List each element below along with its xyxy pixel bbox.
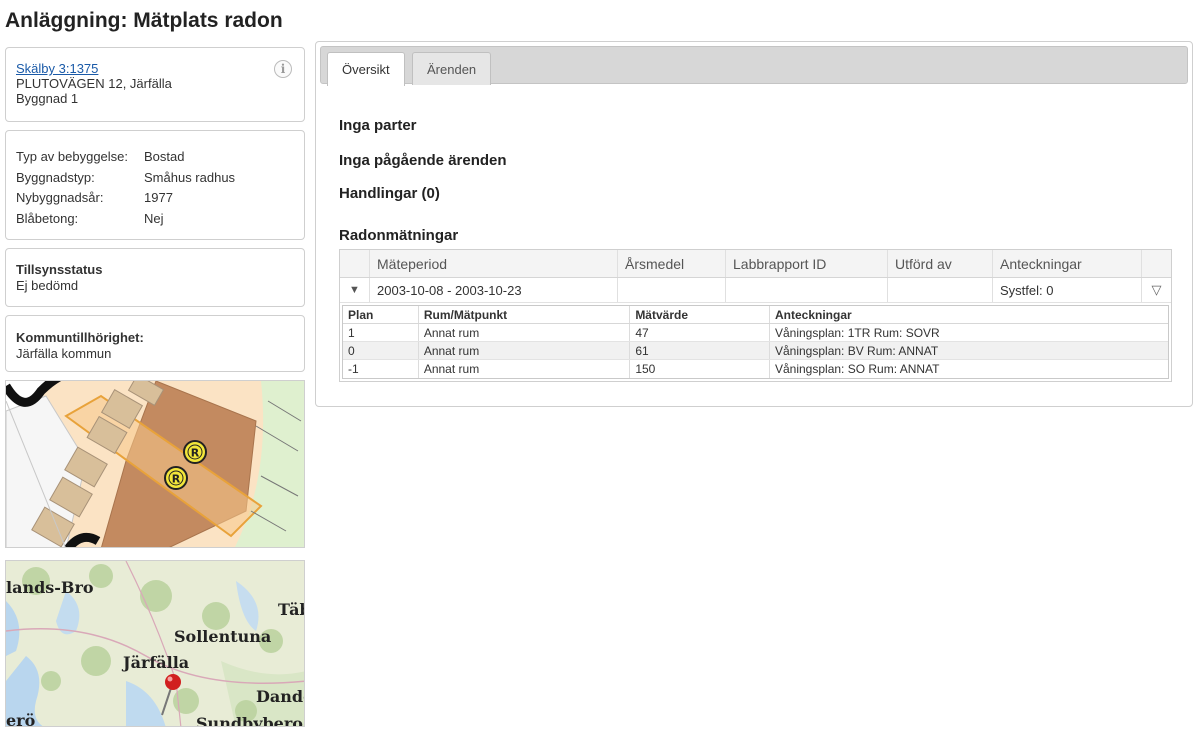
- prop-row: Nybyggnadsår: 1977: [16, 188, 294, 209]
- filter-icon[interactable]: ▽: [1152, 282, 1162, 298]
- properties-card: Typ av bebyggelse: Bostad Byggnadstyp: S…: [5, 130, 305, 240]
- street-address: PLUTOVÄGEN 12, Järfälla: [16, 76, 172, 91]
- cell-mateperiod: 2003-10-08 - 2003-10-23: [370, 278, 618, 302]
- place-label: lands-Bro: [6, 578, 94, 597]
- detail-anteckningar: Våningsplan: 1TR Rum: SOVR: [774, 325, 940, 340]
- expand-toggle[interactable]: ▼: [340, 278, 370, 302]
- collapse-arrow-icon[interactable]: ▼: [349, 284, 360, 296]
- column-header-utford-av[interactable]: Utförd av: [888, 250, 993, 277]
- tab-bar: Översikt Ärenden: [320, 46, 1188, 86]
- prop-value: Bostad: [144, 149, 185, 164]
- kommun-value: Järfälla kommun: [16, 346, 112, 361]
- prop-row: Typ av bebyggelse: Bostad: [16, 147, 294, 168]
- radon-grid: Mäteperiod Årsmedel Labbrapport ID Utför…: [339, 249, 1172, 382]
- detail-map-canvas: R R: [6, 381, 304, 547]
- detail-header-matvarde: Mätvärde: [630, 306, 770, 323]
- address-card: Skälby 3:1375 PLUTOVÄGEN 12, Järfälla By…: [5, 47, 305, 122]
- radon-marker-icon: R: [172, 473, 181, 486]
- prop-value: Småhus radhus: [144, 169, 236, 185]
- property-link[interactable]: Skälby 3:1375: [16, 61, 98, 76]
- detail-map[interactable]: R R: [5, 380, 305, 548]
- detail-matvarde: 47: [630, 324, 770, 341]
- grid-header: Mäteperiod Årsmedel Labbrapport ID Utför…: [340, 250, 1171, 278]
- cell-anteckningar: Systfel: 0: [993, 278, 1142, 302]
- detail-plan: 1: [343, 324, 419, 341]
- detail-rum: Annat rum: [419, 342, 631, 359]
- tab-oversikt[interactable]: Översikt: [327, 52, 405, 86]
- measurement-detail-table: Plan Rum/Mätpunkt Mätvärde Anteckningar …: [342, 305, 1169, 379]
- kommun-title: Kommuntillhörighet:: [16, 330, 144, 345]
- expand-column-header: [340, 250, 370, 277]
- place-label: Järfälla: [121, 653, 189, 672]
- cell-utford-av: [888, 278, 993, 302]
- parter-heading: Inga parter: [339, 117, 417, 134]
- column-header-labbrapport[interactable]: Labbrapport ID: [726, 250, 888, 277]
- handlingar-heading[interactable]: Handlingar (0): [339, 185, 440, 202]
- prop-row: Blåbetong: Nej: [16, 209, 294, 230]
- detail-rum: Annat rum: [419, 360, 631, 378]
- info-icon[interactable]: i: [274, 60, 292, 78]
- tab-arenden[interactable]: Ärenden: [412, 52, 492, 85]
- overview-map-canvas: lands-Bro Täb Sollentuna Järfälla Dande …: [6, 561, 305, 727]
- detail-section: Plan Rum/Mätpunkt Mätvärde Anteckningar …: [340, 303, 1171, 381]
- prop-value: 1977: [144, 190, 173, 205]
- main-panel: Översikt Ärenden Inga parter Inga pågåen…: [315, 41, 1193, 407]
- column-header-arsmedel[interactable]: Årsmedel: [618, 250, 726, 277]
- cell-labbrapport: [726, 278, 888, 302]
- place-label: Sollentuna: [174, 627, 271, 646]
- detail-row: 1 Annat rum 47 Våningsplan: 1TR Rum: SOV…: [343, 324, 1168, 342]
- detail-matvarde: 150: [630, 360, 770, 378]
- detail-header: Plan Rum/Mätpunkt Mätvärde Anteckningar: [343, 306, 1168, 324]
- place-label: Täb: [278, 600, 305, 619]
- status-card: Tillsynsstatus Ej bedömd: [5, 248, 305, 307]
- detail-anteckningar: Våningsplan: SO Rum: ANNAT: [774, 362, 940, 376]
- prop-label: Byggnadstyp:: [16, 169, 95, 185]
- detail-row: -1 Annat rum 150 Våningsplan: SO Rum: AN…: [343, 360, 1168, 378]
- detail-header-rum: Rum/Mätpunkt: [419, 306, 631, 323]
- status-title: Tillsynsstatus: [16, 262, 103, 277]
- detail-rum: Annat rum: [419, 324, 631, 341]
- status-value: Ej bedömd: [16, 278, 79, 293]
- place-label: Sundbybero: [196, 714, 303, 727]
- detail-matvarde: 61: [630, 342, 770, 359]
- radon-marker-icon: R: [191, 447, 200, 460]
- prop-row: Byggnadstyp: Småhus radhus: [16, 168, 294, 189]
- prop-label: Nybyggnadsår:: [16, 190, 104, 205]
- detail-row: 0 Annat rum 61 Våningsplan: BV Rum: ANNA…: [343, 342, 1168, 360]
- detail-plan: 0: [343, 342, 419, 359]
- detail-header-anteckningar: Anteckningar: [774, 307, 852, 322]
- page-title: Anläggning: Mätplats radon: [5, 9, 283, 32]
- table-row[interactable]: ▼ 2003-10-08 - 2003-10-23 Systfel: 0 ▽: [340, 278, 1171, 303]
- building-label: Byggnad 1: [16, 91, 79, 106]
- cell-arsmedel: [618, 278, 726, 302]
- column-header-anteckningar[interactable]: Anteckningar: [993, 250, 1142, 277]
- prop-label: Blåbetong:: [16, 210, 79, 226]
- arenden-heading: Inga pågående ärenden: [339, 152, 507, 169]
- radon-heading: Radonmätningar: [339, 227, 459, 244]
- detail-plan: -1: [343, 360, 419, 378]
- place-label: erö: [6, 711, 36, 727]
- prop-label: Typ av bebyggelse:: [16, 149, 129, 164]
- row-menu[interactable]: ▽: [1142, 278, 1171, 302]
- kommun-card: Kommuntillhörighet: Järfälla kommun: [5, 315, 305, 372]
- detail-header-plan: Plan: [343, 306, 419, 323]
- column-header-mateperiod[interactable]: Mäteperiod: [370, 250, 618, 277]
- column-menu-header: [1142, 250, 1171, 277]
- overview-map[interactable]: lands-Bro Täb Sollentuna Järfälla Dande …: [5, 560, 305, 727]
- prop-value: Nej: [144, 210, 164, 226]
- place-label: Dande: [256, 687, 305, 706]
- detail-anteckningar: Våningsplan: BV Rum: ANNAT: [774, 343, 939, 358]
